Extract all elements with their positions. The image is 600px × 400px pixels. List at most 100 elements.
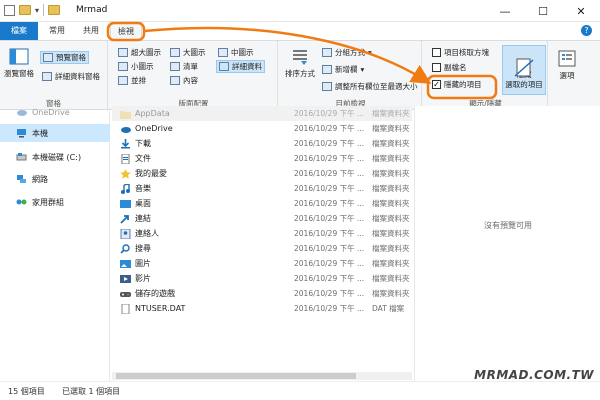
selected-count: 已選取 1 個項目 bbox=[62, 387, 121, 396]
homegroup-icon bbox=[16, 197, 27, 207]
file-date: 2016/10/29 下午 ... bbox=[294, 304, 365, 313]
item-checkboxes-toggle[interactable]: 項目核取方塊 bbox=[432, 47, 489, 58]
file-type: 檔案資料夾 bbox=[372, 289, 410, 298]
hidden-items-label: 隱藏的項目 bbox=[444, 80, 482, 89]
layout-item-label: 超大圖示 bbox=[131, 48, 161, 57]
options-button[interactable]: 選項 bbox=[552, 49, 582, 81]
nav-item-local-disk[interactable]: 本機磁碟 (C:) bbox=[0, 148, 110, 166]
layout-item-label: 中圖示 bbox=[231, 48, 254, 57]
quick-access-toolbar: ▾ bbox=[4, 4, 61, 16]
nav-item-homegroup[interactable]: 家用群組 bbox=[0, 193, 110, 211]
sort-icon bbox=[289, 47, 311, 67]
list-item[interactable]: NTUSER.DAT 2016/10/29 下午 ... DAT 檔案 bbox=[112, 301, 412, 316]
file-icon bbox=[120, 303, 131, 314]
details-pane-button[interactable]: 詳細資料窗格 bbox=[42, 71, 100, 82]
customize-toolbar-icon[interactable]: ▾ bbox=[35, 6, 39, 15]
file-name: AppData bbox=[135, 109, 170, 118]
file-date: 2016/10/29 下午 ... bbox=[294, 184, 365, 193]
options-label: 選項 bbox=[559, 71, 575, 80]
file-extensions-checkbox[interactable] bbox=[432, 63, 441, 72]
layout-details[interactable]: 詳細資料 bbox=[216, 60, 265, 73]
hide-selected-button[interactable]: 隱藏 選取的項目 bbox=[502, 45, 546, 95]
list-item[interactable]: 影片 2016/10/29 下午 ... 檔案資料夾 bbox=[112, 271, 412, 286]
file-date: 2016/10/29 下午 ... bbox=[294, 154, 365, 163]
link-icon bbox=[120, 214, 131, 224]
layout-large-icons[interactable]: 大圖示 bbox=[170, 47, 206, 58]
help-icon[interactable]: ? bbox=[581, 25, 592, 36]
new-folder-icon[interactable] bbox=[19, 5, 31, 15]
layout-small-icons[interactable]: 小圖示 bbox=[118, 61, 154, 72]
item-checkboxes-label: 項目核取方塊 bbox=[444, 48, 489, 57]
music-icon bbox=[120, 182, 131, 194]
file-type: 檔案資料夾 bbox=[372, 274, 410, 283]
layout-tiles[interactable]: 並排 bbox=[118, 75, 146, 86]
group-show-hide: 項目核取方塊 副檔名 ✓ 隱藏的項目 隱藏 選取的項目 顯示/隱藏 bbox=[424, 41, 548, 111]
navigation-pane-icon bbox=[8, 47, 30, 67]
layout-medium-icons[interactable]: 中圖示 bbox=[218, 47, 254, 58]
tab-file[interactable]: 檔案 bbox=[0, 22, 38, 40]
videos-icon bbox=[120, 274, 131, 284]
layout-list[interactable]: 清單 bbox=[170, 61, 198, 72]
list-item[interactable]: 我的最愛 2016/10/29 下午 ... 檔案資料夾 bbox=[112, 166, 412, 181]
horizontal-scrollbar[interactable] bbox=[112, 372, 412, 380]
preview-pane-label: 預覽窗格 bbox=[56, 53, 86, 62]
file-date: 2016/10/29 下午 ... bbox=[294, 214, 365, 223]
list-item[interactable]: 下載 2016/10/29 下午 ... 檔案資料夾 bbox=[112, 136, 412, 151]
size-all-columns-button[interactable]: 調整所有欄位至最適大小 bbox=[322, 81, 418, 92]
sort-by-button[interactable]: 排序方式 bbox=[283, 47, 317, 79]
file-name: 桌面 bbox=[135, 199, 151, 208]
file-type: 檔案資料夾 bbox=[372, 124, 410, 133]
tab-share[interactable]: 共用 bbox=[76, 22, 106, 40]
minimize-button[interactable]: — bbox=[486, 0, 524, 22]
tab-view[interactable]: 檢視 bbox=[110, 22, 142, 40]
file-name: 搜尋 bbox=[135, 244, 151, 253]
scrollbar-thumb[interactable] bbox=[116, 373, 356, 379]
file-name: 圖片 bbox=[135, 259, 151, 268]
close-button[interactable]: ✕ bbox=[562, 0, 600, 22]
details-icon bbox=[219, 62, 229, 71]
add-columns-button[interactable]: 新增欄 ▾ bbox=[322, 64, 364, 75]
nav-item-onedrive[interactable]: OneDrive bbox=[0, 103, 110, 121]
watermark: MRMAD.COM.TW bbox=[474, 368, 594, 382]
layout-item-label: 內容 bbox=[183, 76, 198, 85]
layout-extra-large-icons[interactable]: 超大圖示 bbox=[118, 47, 161, 58]
list-item[interactable]: 連結 2016/10/29 下午 ... 檔案資料夾 bbox=[112, 211, 412, 226]
list-item[interactable]: 文件 2016/10/29 下午 ... 檔案資料夾 bbox=[112, 151, 412, 166]
list-icon bbox=[170, 62, 180, 71]
hidden-items-checkbox[interactable]: ✓ bbox=[432, 80, 441, 89]
file-extensions-toggle[interactable]: 副檔名 bbox=[432, 62, 467, 73]
maximize-button[interactable]: ☐ bbox=[524, 0, 562, 22]
chevron-down-icon: ▾ bbox=[368, 48, 372, 57]
drive-icon bbox=[16, 152, 27, 162]
saved-games-icon bbox=[120, 289, 131, 299]
list-item[interactable]: 儲存的遊戲 2016/10/29 下午 ... 檔案資料夾 bbox=[112, 286, 412, 301]
hidden-items-toggle[interactable]: ✓ 隱藏的項目 bbox=[432, 79, 482, 90]
item-checkboxes-checkbox[interactable] bbox=[432, 48, 441, 57]
options-icon bbox=[556, 49, 578, 69]
list-item[interactable]: 搜尋 2016/10/29 下午 ... 檔案資料夾 bbox=[112, 241, 412, 256]
properties-icon[interactable] bbox=[4, 4, 15, 16]
nav-item-network[interactable]: 網路 bbox=[0, 170, 110, 188]
large-icons-icon bbox=[170, 48, 180, 57]
toolbar-divider bbox=[43, 4, 45, 16]
nav-item-this-pc[interactable]: 本機 bbox=[0, 124, 110, 142]
list-item[interactable]: AppData 2016/10/29 下午 ... 檔案資料夾 bbox=[112, 106, 412, 121]
list-item[interactable]: OneDrive 2016/10/29 下午 ... 檔案資料夾 bbox=[112, 121, 412, 136]
file-date: 2016/10/29 下午 ... bbox=[294, 289, 365, 298]
layout-content[interactable]: 內容 bbox=[170, 75, 198, 86]
navigation-pane-button[interactable]: 瀏覽窗格 bbox=[4, 47, 34, 79]
add-columns-icon bbox=[322, 65, 332, 74]
file-name: 儲存的遊戲 bbox=[135, 289, 175, 298]
group-panes: 瀏覽窗格 預覽窗格 詳細資料窗格 窗格 bbox=[0, 41, 108, 111]
tab-home[interactable]: 常用 bbox=[42, 22, 72, 40]
layout-item-label: 小圖示 bbox=[131, 62, 154, 71]
list-item[interactable]: 圖片 2016/10/29 下午 ... 檔案資料夾 bbox=[112, 256, 412, 271]
list-item[interactable]: 音樂 2016/10/29 下午 ... 檔案資料夾 bbox=[112, 181, 412, 196]
group-by-button[interactable]: 分組方式 ▾ bbox=[322, 47, 372, 58]
nav-item-label: 網路 bbox=[32, 174, 48, 184]
file-type: 檔案資料夾 bbox=[372, 259, 410, 268]
preview-pane-button[interactable]: 預覽窗格 bbox=[40, 51, 89, 64]
list-item[interactable]: 桌面 2016/10/29 下午 ... 檔案資料夾 bbox=[112, 196, 412, 211]
computer-icon bbox=[16, 128, 27, 138]
list-item[interactable]: 連絡人 2016/10/29 下午 ... 檔案資料夾 bbox=[112, 226, 412, 241]
